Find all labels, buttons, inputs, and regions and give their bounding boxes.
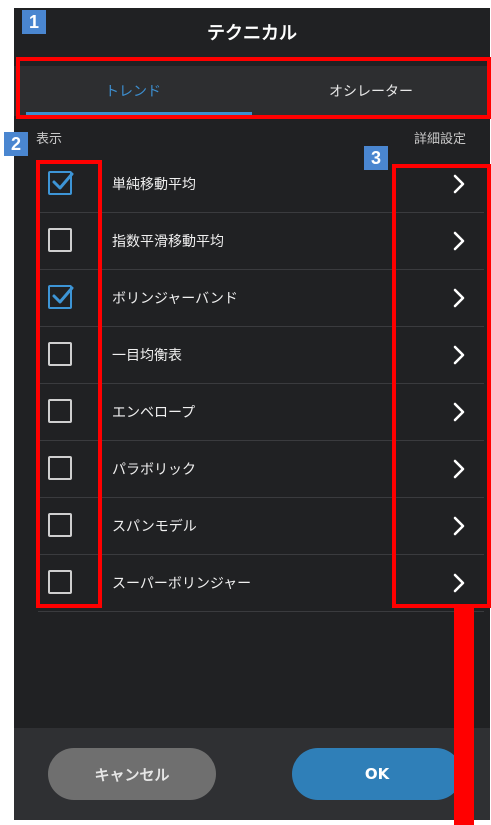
indicator-label: 単純移動平均 <box>112 177 196 193</box>
indicator-label: スーパーボリンジャー <box>112 576 252 592</box>
annotation-marker-3: 3 <box>364 146 388 170</box>
ok-button[interactable]: OK <box>292 748 462 800</box>
indicator-label: ボリンジャーバンド <box>112 291 238 307</box>
indicator-label: 一目均衡表 <box>112 348 182 364</box>
annotation-bar-scroll <box>454 606 474 825</box>
annotation-box-detail-arrows <box>392 164 491 608</box>
indicator-label: 指数平滑移動平均 <box>112 234 224 250</box>
annotation-box-tabs <box>16 57 491 119</box>
dialog-title: テクニカル <box>207 23 297 44</box>
indicator-label: スパンモデル <box>112 519 197 535</box>
annotation-marker-2: 2 <box>4 132 28 156</box>
annotation-marker-1: 1 <box>22 10 46 34</box>
cancel-button[interactable]: キャンセル <box>48 748 216 800</box>
indicator-label: エンベロープ <box>112 405 196 421</box>
detail-settings-column-header: 詳細設定 <box>413 132 466 147</box>
display-column-header: 表示 <box>36 132 63 147</box>
indicator-label: パラボリック <box>112 462 196 478</box>
annotation-box-checkboxes <box>36 160 102 608</box>
